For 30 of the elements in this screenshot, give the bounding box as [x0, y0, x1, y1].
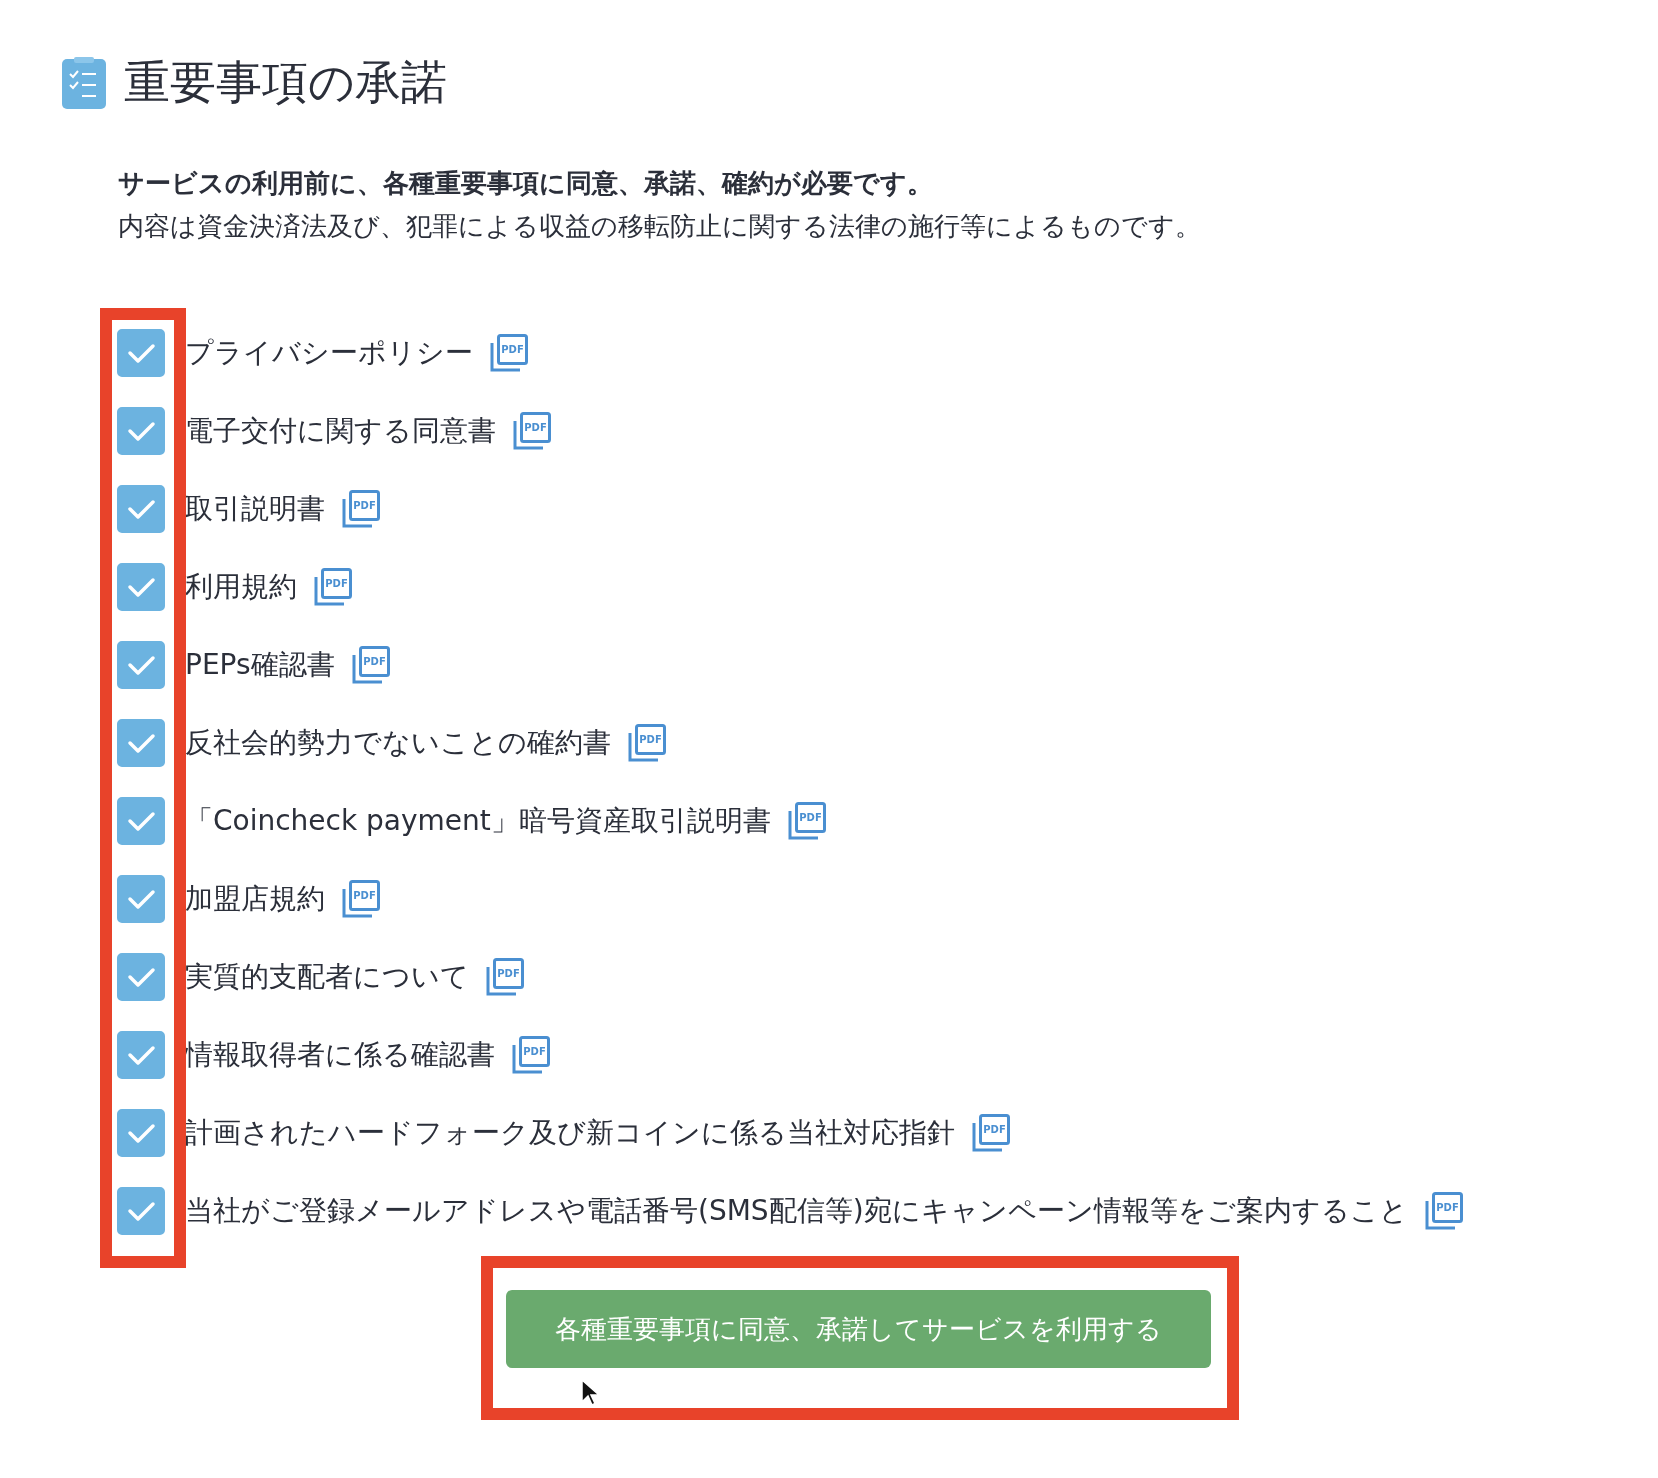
checkbox[interactable]	[117, 485, 165, 533]
checkbox[interactable]	[117, 641, 165, 689]
checkbox[interactable]	[117, 407, 165, 455]
checkbox[interactable]	[117, 719, 165, 767]
agreement-label[interactable]: 情報取得者に係る確認書	[185, 1036, 495, 1074]
checkbox[interactable]	[117, 797, 165, 845]
agreement-label[interactable]: 取引説明書	[185, 490, 325, 528]
checkbox[interactable]	[117, 563, 165, 611]
checkbox[interactable]	[117, 875, 165, 923]
cursor-icon	[580, 1378, 600, 1406]
agreement-label[interactable]: PEPs確認書	[185, 646, 335, 684]
checkbox[interactable]	[117, 1109, 165, 1157]
agreement-label[interactable]: 利用規約	[185, 568, 297, 606]
page-title: 重要事項の承諾	[124, 54, 447, 111]
agreement-label[interactable]: 当社がご登録メールアドレスや電話番号(SMS配信等)宛にキャンペーン情報等をご案内すること	[185, 1192, 1408, 1230]
checklist-icon	[62, 57, 106, 109]
agree-button[interactable]: 各種重要事項に同意、承諾してサービスを利用する	[506, 1290, 1211, 1368]
agreement-label[interactable]: 加盟店規約	[185, 880, 325, 918]
checkbox[interactable]	[117, 953, 165, 1001]
agreement-label[interactable]: プライバシーポリシー	[185, 334, 473, 372]
checkbox[interactable]	[117, 329, 165, 377]
agreement-label[interactable]: 実質的支配者について	[185, 958, 469, 996]
checkbox[interactable]	[117, 1187, 165, 1235]
agreement-label[interactable]: 計画されたハードフォーク及び新コインに係る当社対応指針	[185, 1114, 955, 1152]
agreement-label[interactable]: 電子交付に関する同意書	[185, 412, 496, 450]
intro-heading: サービスの利用前に、各種重要事項に同意、承諾、確約が必要です。	[118, 167, 934, 200]
checkbox[interactable]	[117, 1031, 165, 1079]
agreement-label[interactable]: 「Coincheck payment」暗号資産取引説明書	[185, 802, 771, 840]
intro-text: 内容は資金決済法及び、犯罪による収益の移転防止に関する法律の施行等によるものです。	[118, 210, 1202, 243]
agreement-label[interactable]: 反社会的勢力でないことの確約書	[185, 724, 611, 762]
